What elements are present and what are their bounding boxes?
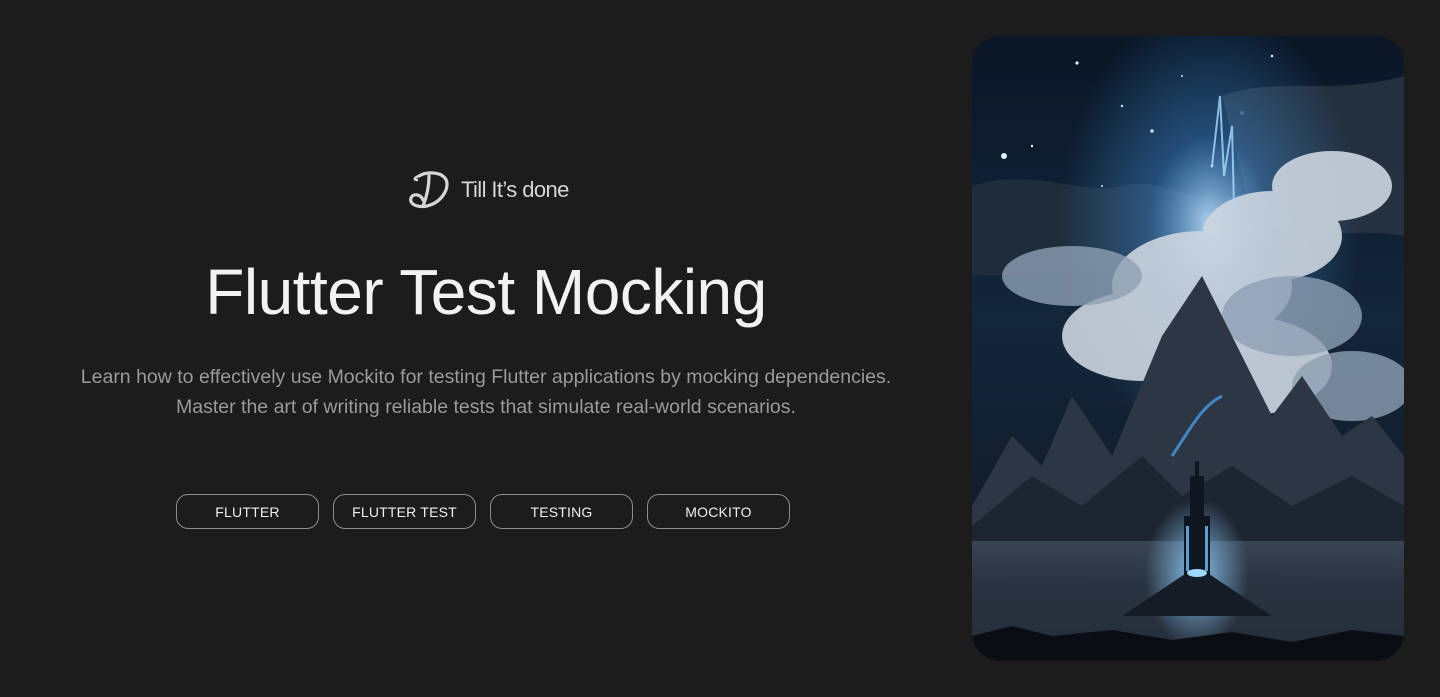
hero-image [972, 36, 1404, 661]
hero-content: Till It’s done Flutter Test Mocking Lear… [0, 0, 972, 697]
tag-flutter[interactable]: FLUTTER [176, 494, 319, 529]
page-description: Learn how to effectively use Mockito for… [80, 366, 892, 418]
brand-name: Till It’s done [461, 177, 569, 202]
script-d-logo-icon [405, 168, 451, 212]
tag-mockito[interactable]: MOCKITO [647, 494, 790, 529]
tag-list: FLUTTER FLUTTER TEST TESTING MOCKITO [176, 494, 790, 529]
brand[interactable]: Till It’s done [405, 168, 569, 212]
page-title: Flutter Test Mocking [205, 256, 767, 328]
page: Till It’s done Flutter Test Mocking Lear… [0, 0, 1440, 697]
tag-testing[interactable]: TESTING [490, 494, 633, 529]
tag-flutter-test[interactable]: FLUTTER TEST [333, 494, 476, 529]
